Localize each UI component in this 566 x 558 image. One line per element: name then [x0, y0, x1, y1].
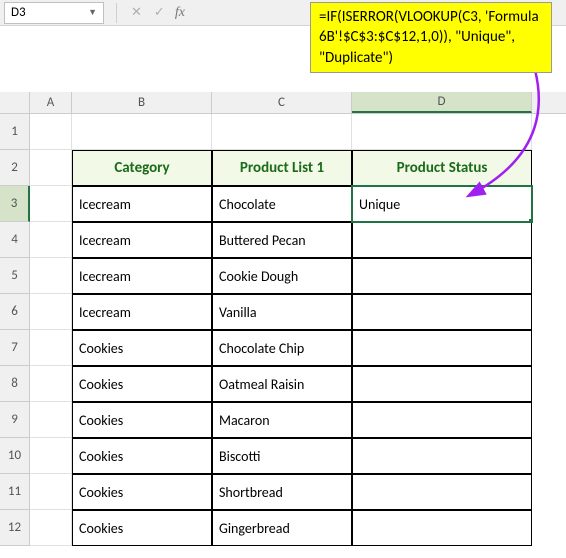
table-row: 8 CookiesOatmeal Raisin [0, 366, 566, 402]
row-header[interactable]: 11 [0, 474, 30, 510]
cell-C2[interactable]: Product List 1 [212, 150, 352, 186]
cell-D7[interactable] [352, 330, 532, 366]
spreadsheet-grid: A B C D 12 CategoryProduct List 1Product … [0, 92, 566, 558]
table-row: 1 [0, 114, 566, 150]
cell-B4[interactable]: Icecream [72, 222, 212, 258]
select-all-corner[interactable] [0, 92, 30, 113]
chevron-down-icon[interactable]: ▼ [88, 7, 97, 18]
column-header-B[interactable]: B [72, 92, 212, 113]
cell-C3[interactable]: Chocolate [212, 186, 352, 222]
column-headers: A B C D [0, 92, 566, 114]
cell-D12[interactable] [352, 510, 532, 546]
row-header[interactable]: 1 [0, 114, 30, 150]
row-header[interactable]: 7 [0, 330, 30, 366]
cell-B5[interactable]: Icecream [72, 258, 212, 294]
cell-B3[interactable]: Icecream [72, 186, 212, 222]
row-header[interactable]: 8 [0, 366, 30, 402]
cell-C9[interactable]: Macaron [212, 402, 352, 438]
row-header[interactable]: 6 [0, 294, 30, 330]
cell-C7[interactable]: Chocolate Chip [212, 330, 352, 366]
cell-B7[interactable]: Cookies [72, 330, 212, 366]
cell-C10[interactable]: Biscotti [212, 438, 352, 474]
cell-B12[interactable]: Cookies [72, 510, 212, 546]
cell-D1[interactable] [352, 114, 532, 150]
table-row: 6 IcecreamVanilla [0, 294, 566, 330]
row-header[interactable]: 2 [0, 150, 30, 186]
cell-A11[interactable] [30, 474, 72, 510]
fx-icon[interactable]: fx [171, 5, 189, 21]
cell-A2[interactable] [30, 150, 72, 186]
cell-C5[interactable]: Cookie Dough [212, 258, 352, 294]
table-row: 12 CookiesGingerbread [0, 510, 566, 546]
divider [116, 3, 117, 23]
cell-B8[interactable]: Cookies [72, 366, 212, 402]
formula-callout: =IF(ISERROR(VLOOKUP(C3, 'Formula 6B'!$C$… [310, 2, 552, 73]
table-row: 11 CookiesShortbread [0, 474, 566, 510]
name-box[interactable]: D3 ▼ [4, 2, 104, 24]
row-header[interactable]: 12 [0, 510, 30, 546]
row-header[interactable]: 9 [0, 402, 30, 438]
cell-D4[interactable] [352, 222, 532, 258]
table-row: 4 IcecreamButtered Pecan [0, 222, 566, 258]
rows-container: 12 CategoryProduct List 1Product Status 3 I… [0, 114, 566, 546]
cell-D8[interactable] [352, 366, 532, 402]
cell-C6[interactable]: Vanilla [212, 294, 352, 330]
cell-C4[interactable]: Buttered Pecan [212, 222, 352, 258]
cell-A4[interactable] [30, 222, 72, 258]
cell-A1[interactable] [30, 114, 72, 150]
cell-D5[interactable] [352, 258, 532, 294]
cell-B9[interactable]: Cookies [72, 402, 212, 438]
cell-B10[interactable]: Cookies [72, 438, 212, 474]
table-row: 2 CategoryProduct List 1Product Status [0, 150, 566, 186]
cell-C12[interactable]: Gingerbread [212, 510, 352, 546]
cell-C1[interactable] [212, 114, 352, 150]
cell-C8[interactable]: Oatmeal Raisin [212, 366, 352, 402]
row-header[interactable]: 10 [0, 438, 30, 474]
cell-B11[interactable]: Cookies [72, 474, 212, 510]
cell-C11[interactable]: Shortbread [212, 474, 352, 510]
column-header-C[interactable]: C [212, 92, 352, 113]
table-row: 7 CookiesChocolate Chip [0, 330, 566, 366]
cell-A7[interactable] [30, 330, 72, 366]
cell-D2[interactable]: Product Status [352, 150, 532, 186]
cell-A12[interactable] [30, 510, 72, 546]
cell-D11[interactable] [352, 474, 532, 510]
cell-B1[interactable] [72, 114, 212, 150]
column-header-A[interactable]: A [30, 92, 72, 113]
cell-A9[interactable] [30, 402, 72, 438]
cell-D9[interactable] [352, 402, 532, 438]
cell-D6[interactable] [352, 294, 532, 330]
cell-B6[interactable]: Icecream [72, 294, 212, 330]
cell-A3[interactable] [30, 186, 72, 222]
fill-handle[interactable] [528, 218, 532, 222]
column-header-D[interactable]: D [352, 92, 532, 113]
table-row: 9 CookiesMacaron [0, 402, 566, 438]
enter-icon[interactable]: ✓ [148, 5, 171, 20]
cell-B2[interactable]: Category [72, 150, 212, 186]
table-row: 10 CookiesBiscotti [0, 438, 566, 474]
name-box-value: D3 [11, 5, 88, 20]
table-row: 3 IcecreamChocolateUnique [0, 186, 566, 222]
row-header[interactable]: 4 [0, 222, 30, 258]
cell-D10[interactable] [352, 438, 532, 474]
cell-A6[interactable] [30, 294, 72, 330]
row-header[interactable]: 3 [0, 186, 30, 222]
cell-D3[interactable]: Unique [352, 186, 532, 222]
cell-A5[interactable] [30, 258, 72, 294]
cancel-icon[interactable]: ✕ [125, 5, 148, 20]
table-row: 5 IcecreamCookie Dough [0, 258, 566, 294]
row-header[interactable]: 5 [0, 258, 30, 294]
cell-A8[interactable] [30, 366, 72, 402]
cell-A10[interactable] [30, 438, 72, 474]
